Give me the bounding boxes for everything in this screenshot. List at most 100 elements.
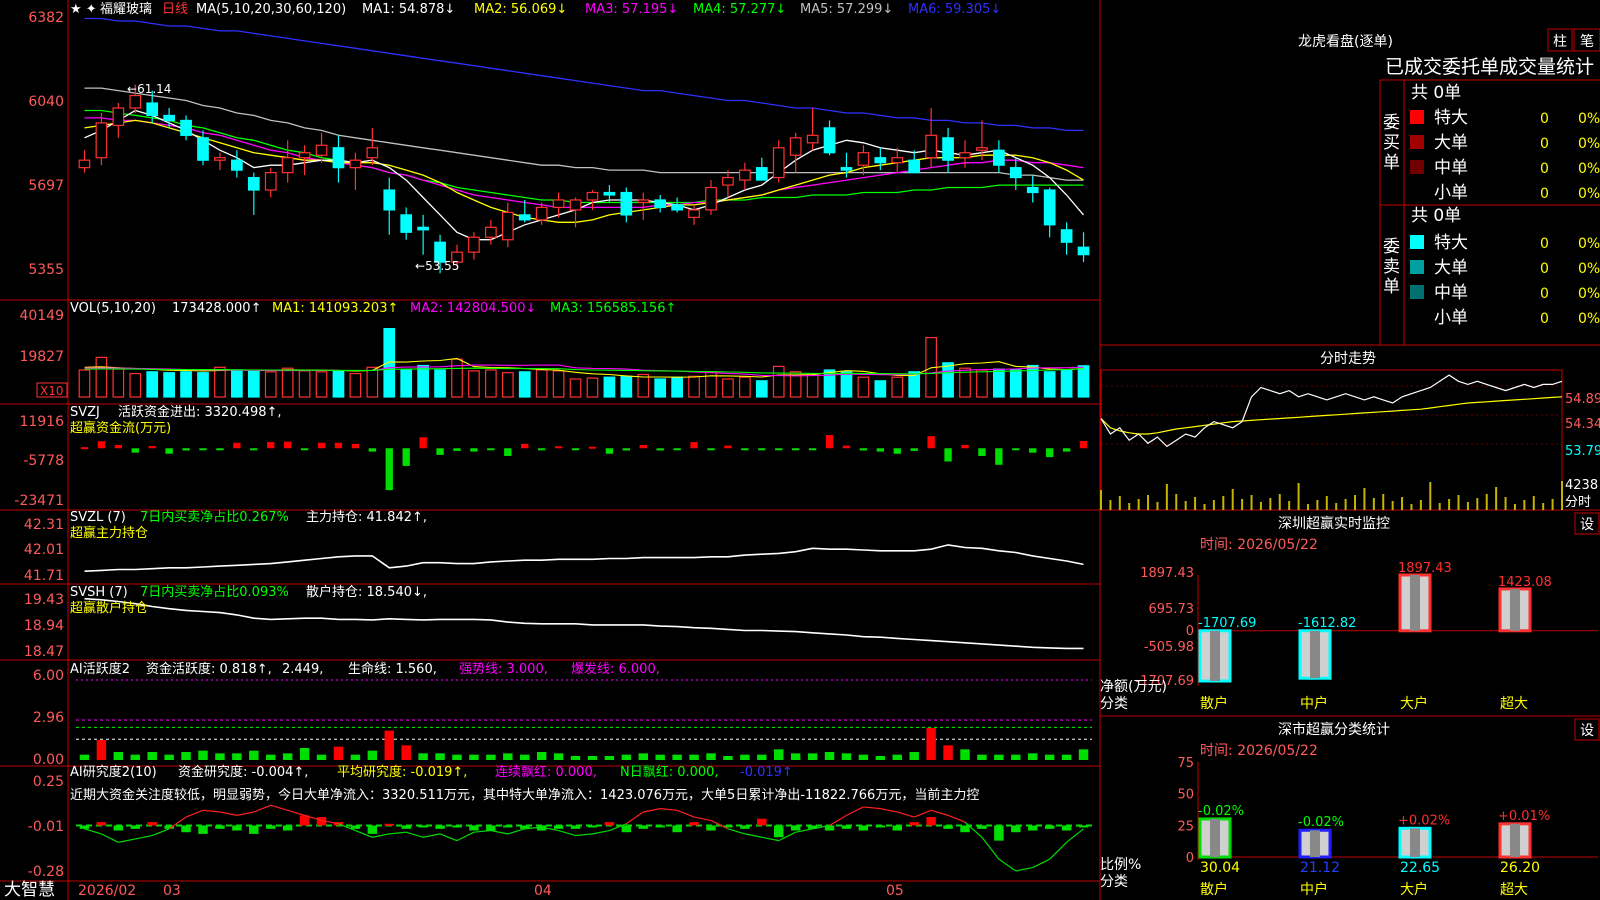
svzj-chart[interactable] — [80, 435, 1088, 491]
order-label: 大单 — [1434, 258, 1468, 278]
svzj-bar — [605, 448, 614, 454]
classify-settings-label[interactable]: 设 — [1580, 723, 1594, 739]
tab-bar-label[interactable]: 柱 — [1553, 34, 1567, 50]
candle — [772, 140, 785, 183]
svzj-bar — [775, 448, 783, 451]
star-icon[interactable]: ★ ✦ — [70, 2, 97, 17]
svzl-chart[interactable] — [84, 544, 1084, 572]
ai2-bar — [774, 825, 784, 838]
volume-bar — [1043, 371, 1056, 398]
brand-logo: 大智慧 — [4, 880, 55, 900]
volume-bar — [739, 376, 751, 398]
ai2-bar — [943, 825, 953, 829]
volume-bar — [637, 373, 650, 398]
period-label[interactable]: 日线 — [162, 2, 188, 17]
ma2-readout: MA2: 56.069↓ — [474, 2, 567, 17]
ai2-bar — [841, 825, 852, 829]
order-label: 小单 — [1434, 183, 1468, 203]
svsh-axis-1: 19.43 — [24, 592, 64, 608]
ai1-bar — [333, 746, 344, 760]
monitor-axis-tick: 695.73 — [1149, 602, 1195, 617]
ai2-bar — [452, 825, 462, 828]
candle-body — [485, 226, 497, 238]
ai1-bar — [774, 749, 784, 760]
volume-bar — [417, 364, 429, 398]
ai2-bar — [638, 825, 648, 829]
monitor-settings-label[interactable]: 设 — [1580, 517, 1594, 533]
monitor-bar — [1498, 587, 1532, 633]
ai1-bar — [740, 754, 750, 760]
volume-bar — [806, 373, 819, 398]
order-pct: 0% — [1578, 236, 1600, 252]
monitor-bar-shade — [1510, 588, 1520, 631]
ai1-bar — [757, 754, 767, 760]
order-count: 0 — [1540, 311, 1549, 327]
ai2-item-3: N日飘红: 0.000, — [620, 764, 719, 780]
monitor-chart[interactable]: 1897.43695.730-505.98-1707.69-1707.69散户-… — [1136, 561, 1598, 712]
ai1-item-0: 资金活跃度: 0.818↑, — [146, 661, 272, 677]
ai2-bar — [215, 825, 225, 829]
svzj-bar — [504, 448, 512, 456]
candle — [722, 170, 734, 198]
candle-body — [400, 214, 413, 233]
candle-body — [298, 152, 311, 159]
svzj-bar — [148, 446, 156, 449]
ai2-bar — [1078, 825, 1089, 828]
candle — [1043, 187, 1056, 238]
ai1-bar — [875, 756, 886, 760]
candle-body — [840, 167, 853, 171]
volume-bar — [569, 378, 582, 398]
order-pct: 0% — [1578, 186, 1600, 202]
svsh-text: 散户持仓: 18.540↓, — [306, 584, 427, 600]
candle-body — [586, 191, 599, 201]
ai2-line-segment — [930, 809, 949, 816]
main-axis-3: 5697 — [28, 178, 64, 194]
ai2-bar — [1061, 825, 1072, 831]
order-label: 中单 — [1434, 158, 1468, 178]
candle-body — [925, 134, 937, 159]
ai1-bar — [621, 754, 632, 760]
candle-body — [654, 199, 667, 209]
svzj-bar — [436, 448, 444, 455]
ai2-line-segment — [693, 816, 712, 822]
svsh-chart[interactable] — [84, 597, 1084, 650]
volume-bar — [332, 370, 345, 398]
volume-bar — [146, 371, 159, 398]
time-label-0: 2026/02 — [78, 883, 136, 899]
ai-activity-chart[interactable] — [76, 679, 1092, 760]
order-count: 0 — [1540, 136, 1549, 152]
order-pct: 0% — [1578, 261, 1600, 277]
tab-tick-label[interactable]: 笔 — [1580, 34, 1594, 50]
intraday-chart[interactable] — [1100, 369, 1563, 511]
candle — [755, 157, 768, 181]
monitor-bar-shade — [1310, 630, 1320, 679]
stat-title: 已成交委托单成交量统计 — [1385, 56, 1594, 78]
candle — [400, 207, 413, 240]
ai1-bar — [367, 750, 378, 760]
intraday-frame — [1100, 369, 1563, 511]
ai2-bar — [858, 825, 869, 831]
classify-chart[interactable]: 75 50 25 0 -0.02% 30.04 散户 -0.02% 21.12 中户 +0.02% 2… — [1177, 756, 1598, 898]
candle — [281, 140, 294, 183]
volume-bar — [281, 367, 294, 398]
ai2-label: AI研究度2(10) — [70, 764, 157, 780]
monitor-bar — [1298, 629, 1332, 680]
monitor-category: 大户 — [1400, 695, 1428, 712]
candle — [231, 150, 243, 178]
ai-research-chart[interactable] — [76, 804, 1092, 872]
ai2-bar — [689, 822, 699, 826]
order-pct: 0% — [1578, 136, 1600, 152]
ai2-item-0: 资金研究度: -0.004↑, — [178, 764, 308, 780]
volume-chart[interactable] — [78, 328, 1090, 398]
candle-body — [146, 102, 159, 117]
ai2-bar — [384, 823, 394, 826]
candlestick-chart[interactable] — [78, 17, 1090, 274]
volume-bar — [231, 369, 243, 398]
volume-bar — [468, 370, 480, 398]
candle-body — [976, 147, 988, 151]
svzj-bar — [487, 448, 495, 451]
ai1-item-2: 生命线: 1.560, — [348, 661, 437, 677]
ai2-line-segment — [507, 828, 525, 835]
classify-time: 时间: 2026/05/22 — [1200, 743, 1318, 759]
order-swatch — [1410, 110, 1424, 124]
